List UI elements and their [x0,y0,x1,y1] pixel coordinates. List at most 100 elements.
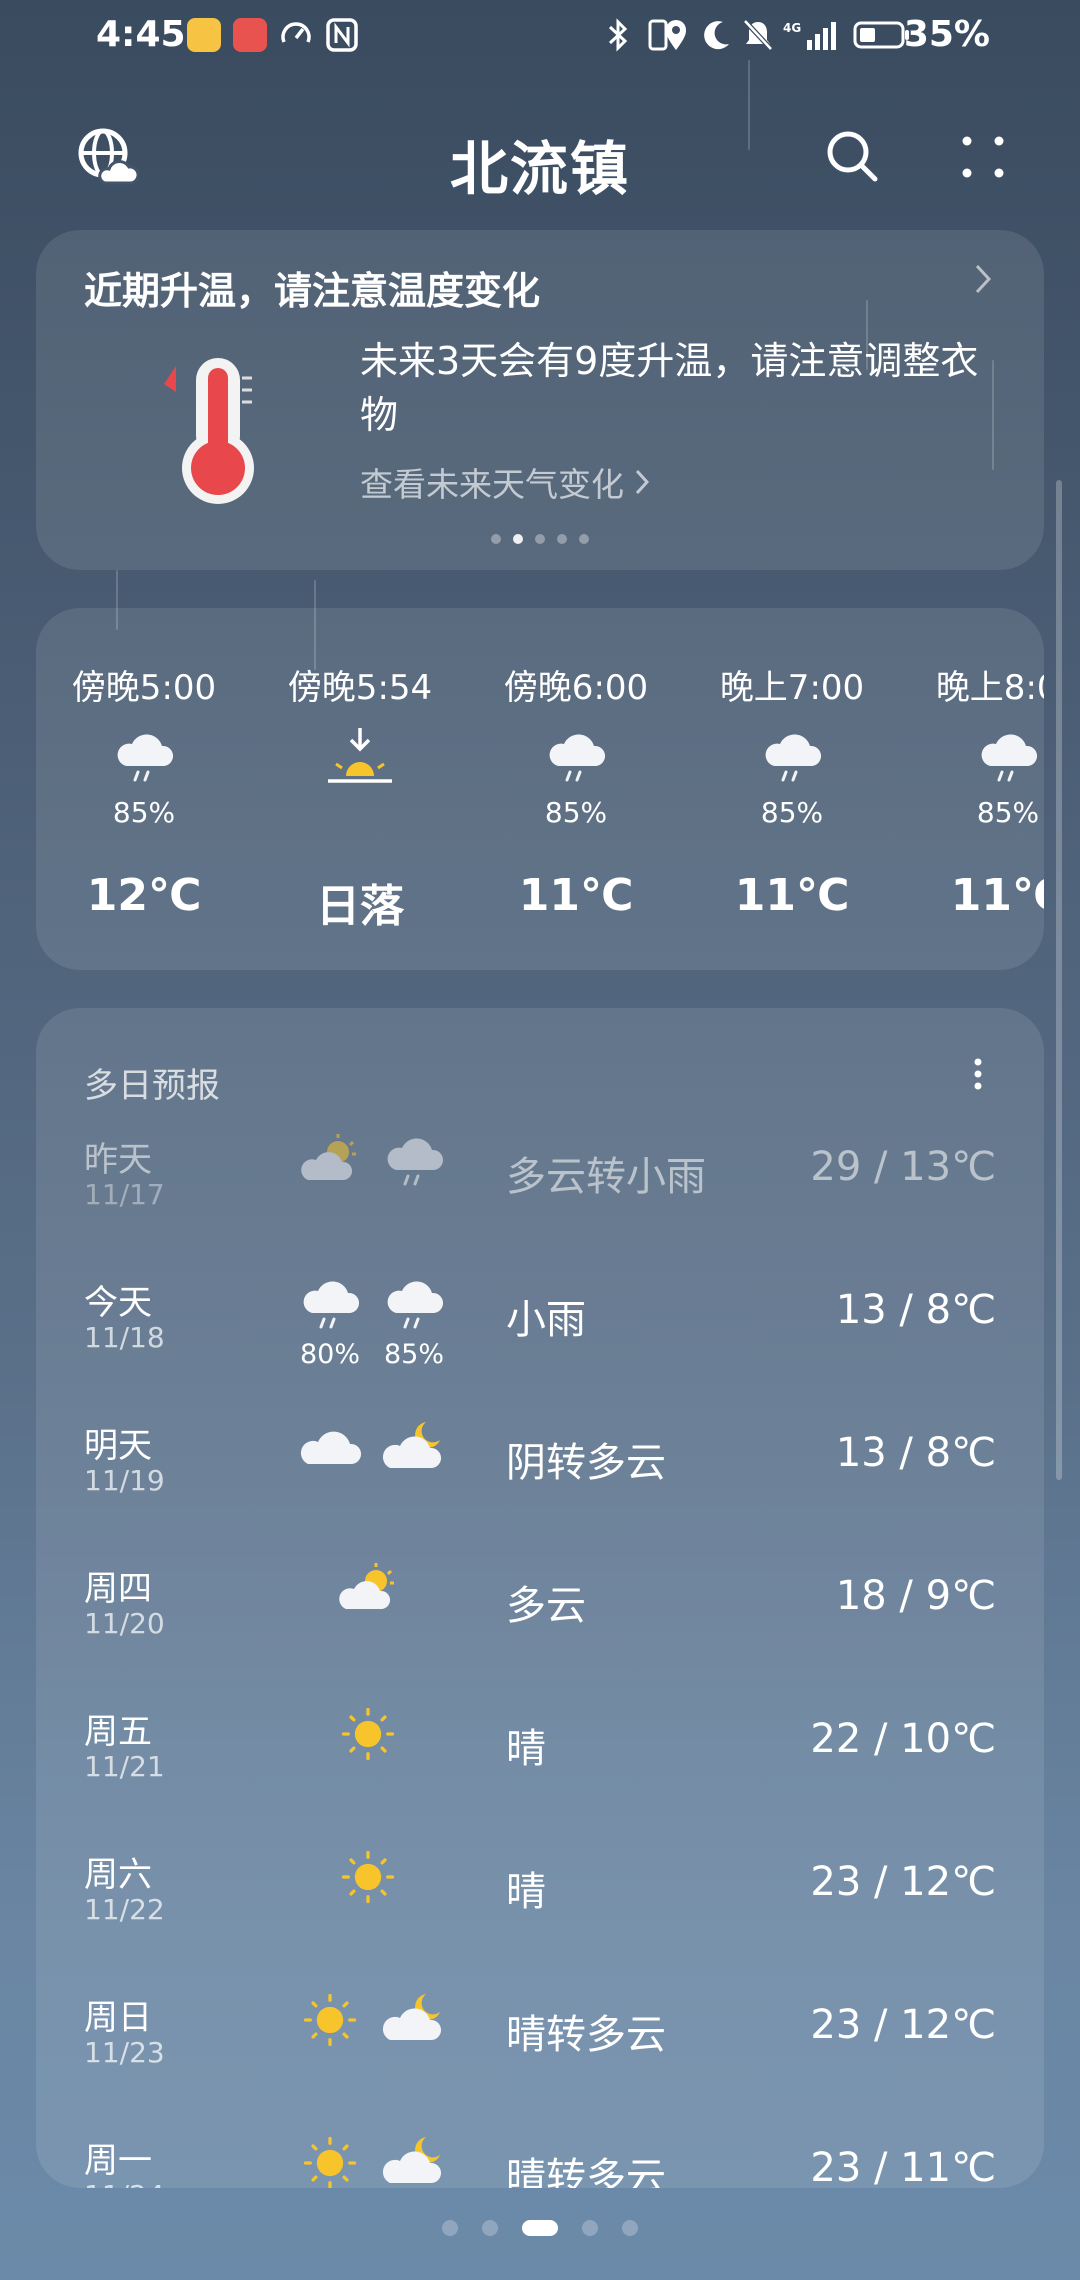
more-icon [962,136,1004,178]
day-name: 昨天 [84,1140,152,1180]
day-date: 11/19 [84,1464,165,1497]
status-bar: 4:45 4G 35% [0,0,1080,72]
day-precip: 80% [299,1339,360,1370]
location-icon [658,16,694,54]
day-condition: 小雨 [506,1297,586,1343]
search-icon [827,131,878,182]
page-dot-active [513,534,523,544]
daily-row[interactable]: 昨天 11/17 多云转小雨 29 / 13℃ [36,1112,1044,1255]
city-page-dot [622,2220,638,2236]
mute-bell-icon [740,16,776,54]
hour-temp: 12℃ [86,870,202,921]
hour-precip: 85% [112,796,176,829]
hour-precip: 85% [544,796,608,829]
hour-time: 晚上7:00 [719,668,865,708]
alert-page-indicator [36,534,1044,544]
day-temp-range: 23 / 12℃ [810,1859,996,1905]
chevron-right-icon [972,262,994,300]
day-condition: 晴 [506,1726,546,1772]
moon-icon [698,16,734,54]
daily-row[interactable]: 周四 11/20 多云 18 / 9℃ [36,1541,1044,1684]
daily-more-button[interactable] [968,1054,988,1098]
hourly-item: 傍晚5:00 85% 12℃ [36,608,252,970]
day-date: 11/23 [84,2036,165,2069]
partly-cloudy-icon [336,1559,400,1623]
alert-body: 未来3天会有9度升温，请注意调整衣物 [360,339,979,437]
nfc-icon [322,16,362,54]
day-name: 周日 [84,1998,152,2038]
partly-cloudy-icon [298,1130,362,1194]
daily-row[interactable]: 周一11/24 晴转多云 23 / 11℃ [36,2113,1044,2188]
day-temp-range: 18 / 9℃ [835,1573,996,1619]
day-condition: 晴转多云 [506,2012,666,2058]
huawei-store-icon [230,16,270,54]
sunset-icon [252,726,468,786]
city-page-dot-active [522,2220,558,2236]
city-page-dot [442,2220,458,2236]
more-button[interactable] [948,122,1018,192]
hour-temp: 11℃ [518,870,634,921]
day-temp-range: 22 / 10℃ [810,1716,996,1762]
daily-title: 多日预报 [84,1066,220,1106]
day-condition: 晴转多云 [506,2155,666,2188]
daily-row[interactable]: 今天 11/18 80% 85% 小雨 13 / 8℃ [36,1255,1044,1398]
alert-title: 近期升温，请注意温度变化 [84,269,541,313]
rain-cloud-icon [684,726,900,786]
speedometer-icon [276,16,316,54]
daily-forecast-card: 多日预报 昨天 11/17 多云转小雨 29 / 13℃ 今天 11/18 80% 85% 小雨… [36,1008,1044,2188]
thermometer-icon [160,356,270,510]
hour-time: 傍晚6:00 [503,668,649,708]
day-precip: 85% [383,1339,444,1370]
temperature-alert-card[interactable]: 近期升温，请注意温度变化 未来3天会有9度升温，请注意调整衣物 查看未来天气变化 [36,230,1044,570]
alert-link-label: 查看未来天气变化 [360,465,624,504]
day-condition: 多云转小雨 [506,1154,706,1200]
day-date: 11/20 [84,1607,165,1640]
signal-4g-icon: 4G [782,16,846,54]
day-name: 周五 [84,1712,152,1752]
hourly-item: 晚上8:00 85% 11℃ [900,608,1044,970]
day-name: 今天 [84,1283,152,1323]
hour-time: 晚上8:00 [935,668,1044,708]
hour-temp: 11℃ [950,870,1044,921]
page-dot [491,534,501,544]
rain-cloud-icon [36,726,252,786]
sun-icon [336,1845,400,1909]
daily-row[interactable]: 明天 11/19 阴转多云 13 / 8℃ [36,1398,1044,1541]
day-temp-range: 23 / 11℃ [810,2145,996,2188]
svg-text:4G: 4G [783,21,801,35]
chevron-right-icon [635,469,650,495]
daily-row[interactable]: 周五 11/21 晴 22 / 10℃ [36,1684,1044,1827]
day-name: 周六 [84,1855,152,1895]
view-forecast-link[interactable]: 查看未来天气变化 [360,458,650,506]
day-name: 明天 [84,1426,152,1466]
day-condition: 多云 [506,1583,586,1629]
day-date: 11/18 [84,1321,165,1354]
bluetooth-icon [600,16,636,54]
hour-time: 傍晚5:00 [71,668,217,708]
day-date: 11/21 [84,1750,165,1783]
search-button[interactable] [818,122,888,192]
daily-row[interactable]: 周六 11/22 晴 23 / 12℃ [36,1827,1044,1970]
day-date: 11/24 [84,2179,165,2188]
city-page-indicator [0,2220,1080,2236]
day-temp-range: 13 / 8℃ [835,1287,996,1333]
hour-temp: 日落 [316,881,404,932]
battery-percent: 35% [903,14,990,55]
hour-temp: 11℃ [734,870,850,921]
cloudy-night-icon [382,1988,446,2052]
status-time: 4:45 [96,14,186,55]
hourly-forecast-card[interactable]: 傍晚5:00 85% 12℃ 傍晚5:54 日落 傍晚6:00 85% 11℃ … [36,608,1044,970]
daily-row[interactable]: 周日 11/23 晴转多云 23 / 12℃ [36,1970,1044,2113]
day-date: 11/17 [84,1178,165,1211]
page-title: 北流镇 [449,135,630,203]
day-date: 11/22 [84,1893,165,1926]
rain-cloud-icon [900,726,1044,786]
cloudy-night-icon [382,2131,446,2188]
rain-cloud-icon [468,726,684,786]
header: 北流镇 [0,100,1080,220]
day-temp-range: 29 / 13℃ [810,1144,996,1190]
rain-cloud-icon [298,1273,362,1337]
day-condition: 晴 [506,1869,546,1915]
sun-icon [298,2131,362,2188]
day-name: 周一 [84,2141,152,2181]
